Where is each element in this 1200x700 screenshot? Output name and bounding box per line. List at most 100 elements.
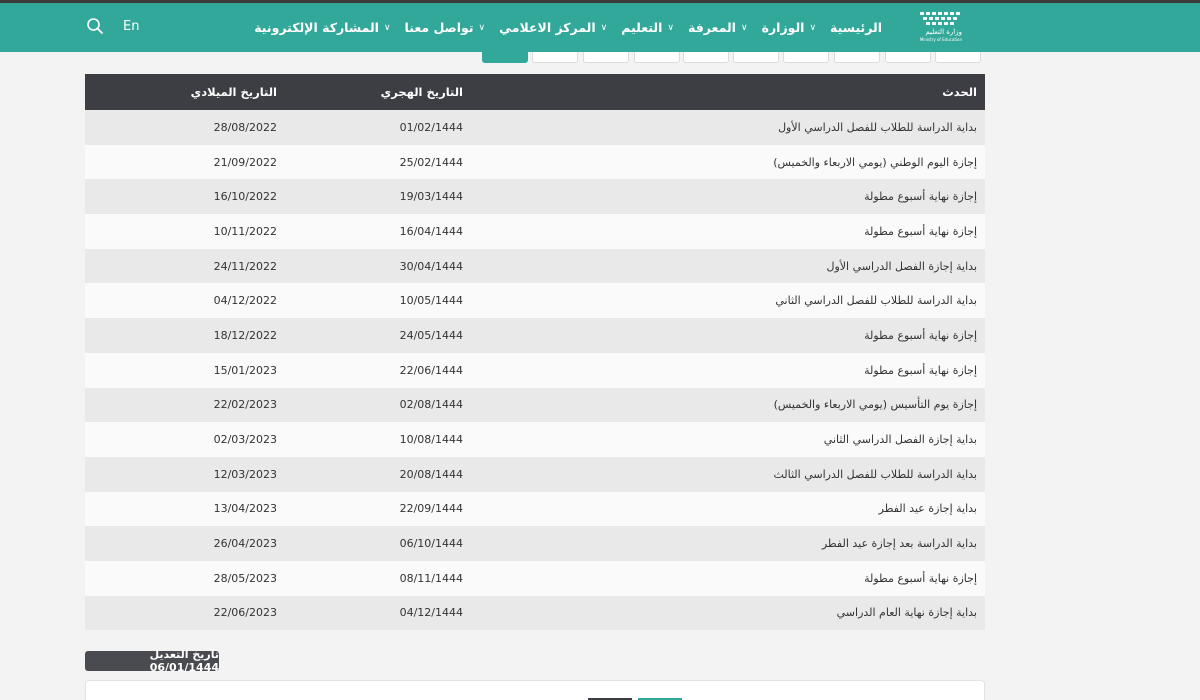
chevron-down-icon: ∨ bbox=[600, 22, 608, 33]
gregorian-date-cell: 13/04/2023 bbox=[213, 502, 277, 516]
table-row: بداية الدراسة للطلاب للفصل الدراسي الثال… bbox=[85, 456, 985, 492]
tab-active[interactable] bbox=[482, 52, 528, 63]
header-gregorian-date: التاريخ الميلادي bbox=[190, 85, 277, 99]
nav-item-e-participation[interactable]: المشاركة الإلكترونية ∨ bbox=[254, 20, 390, 35]
gregorian-date-cell: 28/05/2023 bbox=[213, 571, 277, 585]
table-row: بداية الدراسة للطلاب للفصل الدراسي الثان… bbox=[85, 283, 985, 319]
table-row: إجازة نهاية أسبوع مطولة 08/11/1444 28/05/2… bbox=[85, 560, 985, 596]
chevron-down-icon: ∨ bbox=[478, 22, 486, 33]
tab[interactable] bbox=[683, 52, 729, 63]
event-cell: بداية الدراسة للطلاب للفصل الدراسي الثان… bbox=[775, 294, 977, 308]
table-row: إجازة نهاية أسبوع مطولة 22/06/1444 15/01/2… bbox=[85, 352, 985, 388]
hijri-date-cell: 08/11/1444 bbox=[399, 571, 463, 585]
hijri-date-cell: 30/04/1444 bbox=[399, 259, 463, 273]
event-cell: بداية الدراسة بعد إجازة عيد الفطر bbox=[821, 537, 977, 551]
table-header-row: الحدث التاريخ الهجري التاريخ الميلادي bbox=[85, 74, 985, 110]
nav-item-label: التعليم bbox=[621, 20, 663, 35]
table-row: إجازة نهاية أسبوع مطولة 16/04/1444 10/11/2… bbox=[85, 214, 985, 249]
nav-item-home[interactable]: الرئيسية bbox=[830, 20, 882, 35]
tab[interactable] bbox=[935, 52, 981, 63]
table-row: إجازة اليوم الوطني (يومي الاربعاء والخمي… bbox=[85, 144, 985, 180]
gregorian-date-cell: 16/10/2022 bbox=[213, 190, 277, 204]
language-switch[interactable]: En bbox=[123, 19, 139, 34]
chevron-down-icon: ∨ bbox=[809, 22, 817, 33]
hijri-date-cell: 01/02/1444 bbox=[399, 120, 463, 134]
hijri-date-cell: 04/12/1444 bbox=[399, 606, 463, 620]
tab[interactable] bbox=[634, 52, 680, 63]
hijri-date-cell: 10/08/1444 bbox=[399, 433, 463, 447]
gregorian-date-cell: 26/04/2023 bbox=[213, 537, 277, 551]
nav-item-knowledge[interactable]: المعرفة ∨ bbox=[688, 20, 748, 35]
event-cell: إجازة نهاية أسبوع مطولة bbox=[864, 328, 977, 342]
hijri-date-cell: 25/02/1444 bbox=[399, 155, 463, 169]
nav-menu: الرئيسية الوزارة ∨ المعرفة ∨ التعليم ∨ ا… bbox=[254, 3, 882, 52]
table-row: بداية الدراسة بعد إجازة عيد الفطر 06/10/1… bbox=[85, 526, 985, 561]
chevron-down-icon: ∨ bbox=[740, 22, 748, 33]
logo-subtext: Ministry of Education bbox=[920, 37, 963, 42]
gregorian-date-cell: 04/12/2022 bbox=[213, 294, 277, 308]
nav-item-media-center[interactable]: المركز الاعلامي ∨ bbox=[499, 20, 607, 35]
tab[interactable] bbox=[885, 52, 931, 63]
hijri-date-cell: 19/03/1444 bbox=[399, 190, 463, 204]
event-cell: إجازة اليوم الوطني (يومي الاربعاء والخمي… bbox=[773, 155, 977, 169]
gregorian-date-cell: 18/12/2022 bbox=[213, 328, 277, 342]
tab[interactable] bbox=[733, 52, 779, 63]
tab[interactable] bbox=[583, 52, 629, 63]
table-row: بداية إجازة الفصل الدراسي الأول 30/04/144… bbox=[85, 248, 985, 284]
gregorian-date-cell: 24/11/2022 bbox=[213, 259, 277, 273]
event-cell: بداية إجازة الفصل الدراسي الأول bbox=[826, 259, 977, 273]
event-cell: بداية الدراسة للطلاب للفصل الدراسي الثال… bbox=[773, 467, 977, 481]
header-event: الحدث bbox=[942, 85, 977, 99]
event-cell: إجازة نهاية أسبوع مطولة bbox=[864, 190, 977, 204]
gregorian-date-cell: 15/01/2023 bbox=[213, 363, 277, 377]
tab[interactable] bbox=[834, 52, 880, 63]
gregorian-date-cell: 22/02/2023 bbox=[213, 398, 277, 412]
tab[interactable] bbox=[783, 52, 829, 63]
logo-text: وزارة التعليم bbox=[925, 28, 962, 36]
table-row: إجازة نهاية أسبوع مطولة 24/05/1444 18/12/2… bbox=[85, 318, 985, 353]
table-row: بداية الدراسة للطلاب للفصل الدراسي الأول… bbox=[85, 110, 985, 145]
event-cell: بداية إجازة نهاية العام الدراسي bbox=[836, 606, 977, 620]
chevron-down-icon: ∨ bbox=[667, 22, 675, 33]
main-navbar: وزارة التعليم Ministry of Education الرئ… bbox=[0, 3, 1200, 52]
table-row: بداية إجازة عيد الفطر 22/09/1444 13/04/202… bbox=[85, 491, 985, 527]
header-hijri-date: التاريخ الهجري bbox=[380, 85, 463, 99]
search-icon[interactable] bbox=[86, 17, 104, 35]
table-row: بداية إجازة نهاية العام الدراسي 04/12/144… bbox=[85, 595, 985, 631]
academic-calendar-table: الحدث التاريخ الهجري التاريخ الميلادي بد… bbox=[85, 74, 985, 631]
ministry-logo[interactable]: وزارة التعليم Ministry of Education bbox=[912, 8, 964, 44]
nav-item-ministry[interactable]: الوزارة ∨ bbox=[762, 20, 816, 35]
nav-item-education[interactable]: التعليم ∨ bbox=[621, 20, 674, 35]
table-row: بداية إجازة الفصل الدراسي الثاني 10/08/14… bbox=[85, 422, 985, 457]
tab[interactable] bbox=[532, 52, 578, 63]
hijri-date-cell: 02/08/1444 bbox=[399, 398, 463, 412]
event-cell: بداية إجازة الفصل الدراسي الثاني bbox=[823, 433, 977, 447]
table-row: إجازة يوم التأسيس (يومي الاربعاء والخميس… bbox=[85, 387, 985, 423]
event-cell: بداية الدراسة للطلاب للفصل الدراسي الأول bbox=[778, 120, 977, 134]
event-cell: إجازة نهاية أسبوع مطولة bbox=[864, 224, 977, 238]
event-cell: إجازة يوم التأسيس (يومي الاربعاء والخميس… bbox=[773, 398, 977, 412]
hijri-date-cell: 22/06/1444 bbox=[399, 363, 463, 377]
nav-item-label: الوزارة bbox=[761, 20, 805, 35]
hijri-date-cell: 24/05/1444 bbox=[399, 328, 463, 342]
nav-item-label: المعرفة bbox=[688, 20, 736, 35]
event-cell: إجازة نهاية أسبوع مطولة bbox=[864, 363, 977, 377]
hijri-date-cell: 22/09/1444 bbox=[399, 502, 463, 516]
bottom-card bbox=[85, 680, 985, 700]
nav-item-label: المركز الاعلامي bbox=[499, 20, 596, 35]
hijri-date-cell: 10/05/1444 bbox=[399, 294, 463, 308]
chevron-down-icon: ∨ bbox=[383, 22, 391, 33]
hijri-date-cell: 16/04/1444 bbox=[399, 224, 463, 238]
hijri-date-cell: 06/10/1444 bbox=[399, 537, 463, 551]
modified-date-badge: تاريخ التعديل 06/01/1444 bbox=[85, 648, 219, 674]
gregorian-date-cell: 22/06/2023 bbox=[213, 606, 277, 620]
nav-item-label: الرئيسية bbox=[830, 20, 882, 35]
gregorian-date-cell: 12/03/2023 bbox=[213, 467, 277, 481]
nav-item-label: تواصل معنا bbox=[404, 20, 474, 35]
nav-item-contact[interactable]: تواصل معنا ∨ bbox=[405, 20, 486, 35]
event-cell: إجازة نهاية أسبوع مطولة bbox=[864, 571, 977, 585]
gregorian-date-cell: 28/08/2022 bbox=[213, 120, 277, 134]
nav-item-label: المشاركة الإلكترونية bbox=[254, 20, 379, 35]
hijri-date-cell: 20/08/1444 bbox=[399, 467, 463, 481]
gregorian-date-cell: 10/11/2022 bbox=[213, 224, 277, 238]
